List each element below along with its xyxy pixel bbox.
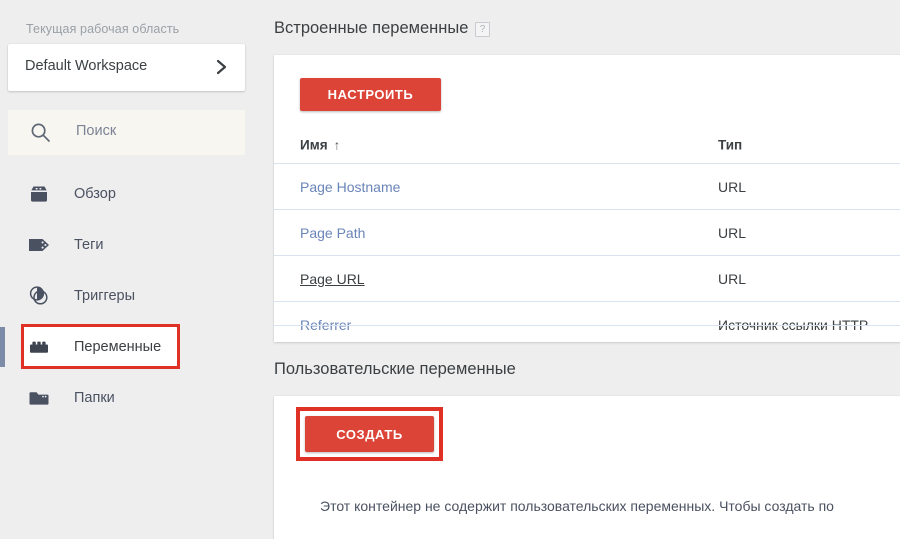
create-button[interactable]: СОЗДАТЬ	[305, 416, 434, 452]
column-header-name[interactable]: Имя ↑	[300, 138, 340, 153]
table-row[interactable]: Page URL URL	[274, 255, 900, 301]
sidebar-nav: Обзор Теги Триггеры Переменные Папки	[0, 168, 263, 423]
table-header-row: Имя ↑ Тип	[274, 127, 900, 163]
sidebar-item-overview[interactable]: Обзор	[0, 168, 263, 219]
workspace-section-label: Текущая рабочая область	[26, 22, 180, 36]
sidebar-item-label: Переменные	[74, 338, 162, 355]
variable-name-link[interactable]: Page URL	[300, 271, 365, 287]
builtin-variables-table: Имя ↑ Тип Page Hostname URL Page Path URL…	[274, 127, 900, 342]
custom-variables-card: СОЗДАТЬ Этот контейнер не содержит польз…	[274, 396, 900, 539]
workspace-name: Default Workspace	[25, 58, 148, 74]
sidebar-item-label: Теги	[74, 236, 104, 253]
trigger-icon	[26, 285, 52, 307]
search-input[interactable]: Поиск	[8, 110, 245, 155]
variable-icon	[26, 336, 52, 358]
app-window: Текущая рабочая область Default Workspac…	[0, 0, 900, 539]
variable-name-link[interactable]: Page Path	[300, 225, 365, 241]
table-bottom-divider	[274, 325, 900, 326]
workspace-selector-card[interactable]: Default Workspace	[8, 44, 245, 91]
builtin-variables-title: Встроенные переменные	[274, 19, 469, 37]
sort-ascending-icon: ↑	[333, 137, 341, 153]
sidebar-item-tags[interactable]: Теги	[0, 219, 263, 270]
chevron-right-icon	[215, 57, 229, 77]
help-icon[interactable]: ?	[475, 22, 490, 37]
custom-variables-title: Пользовательские переменные	[274, 360, 516, 378]
variable-type: URL	[718, 178, 747, 195]
search-icon	[30, 122, 51, 143]
variable-name-link[interactable]: Page Hostname	[300, 179, 400, 195]
empty-state-message: Этот контейнер не содержит пользовательс…	[320, 498, 834, 514]
variable-type: URL	[718, 270, 747, 287]
variable-type: URL	[718, 224, 747, 241]
configure-button[interactable]: НАСТРОИТЬ	[300, 78, 441, 111]
table-row[interactable]: Page Path URL	[274, 209, 900, 255]
builtin-variables-card: НАСТРОИТЬ Имя ↑ Тип Page Hostname URL Pag…	[274, 55, 900, 342]
folder-icon	[26, 387, 52, 409]
sidebar-item-triggers[interactable]: Триггеры	[0, 270, 263, 321]
table-row[interactable]: Page Hostname URL	[274, 163, 900, 209]
sidebar-item-label: Триггеры	[74, 287, 136, 304]
sidebar-item-variables[interactable]: Переменные	[0, 321, 263, 372]
overview-icon	[26, 183, 52, 205]
active-indicator-bar	[0, 327, 5, 367]
table-row[interactable]: Referrer Источник ссылки HTTP	[274, 301, 900, 342]
column-header-type[interactable]: Тип	[718, 138, 742, 153]
sidebar-item-label: Обзор	[74, 185, 116, 202]
sidebar: Текущая рабочая область Default Workspac…	[0, 0, 263, 539]
search-placeholder: Поиск	[76, 123, 117, 139]
sidebar-item-folders[interactable]: Папки	[0, 372, 263, 423]
sidebar-item-label: Папки	[74, 389, 115, 406]
column-header-name-label: Имя	[300, 137, 328, 153]
tag-icon	[26, 234, 52, 256]
main-content: Встроенные переменные ? НАСТРОИТЬ Имя ↑ Т…	[263, 0, 900, 539]
